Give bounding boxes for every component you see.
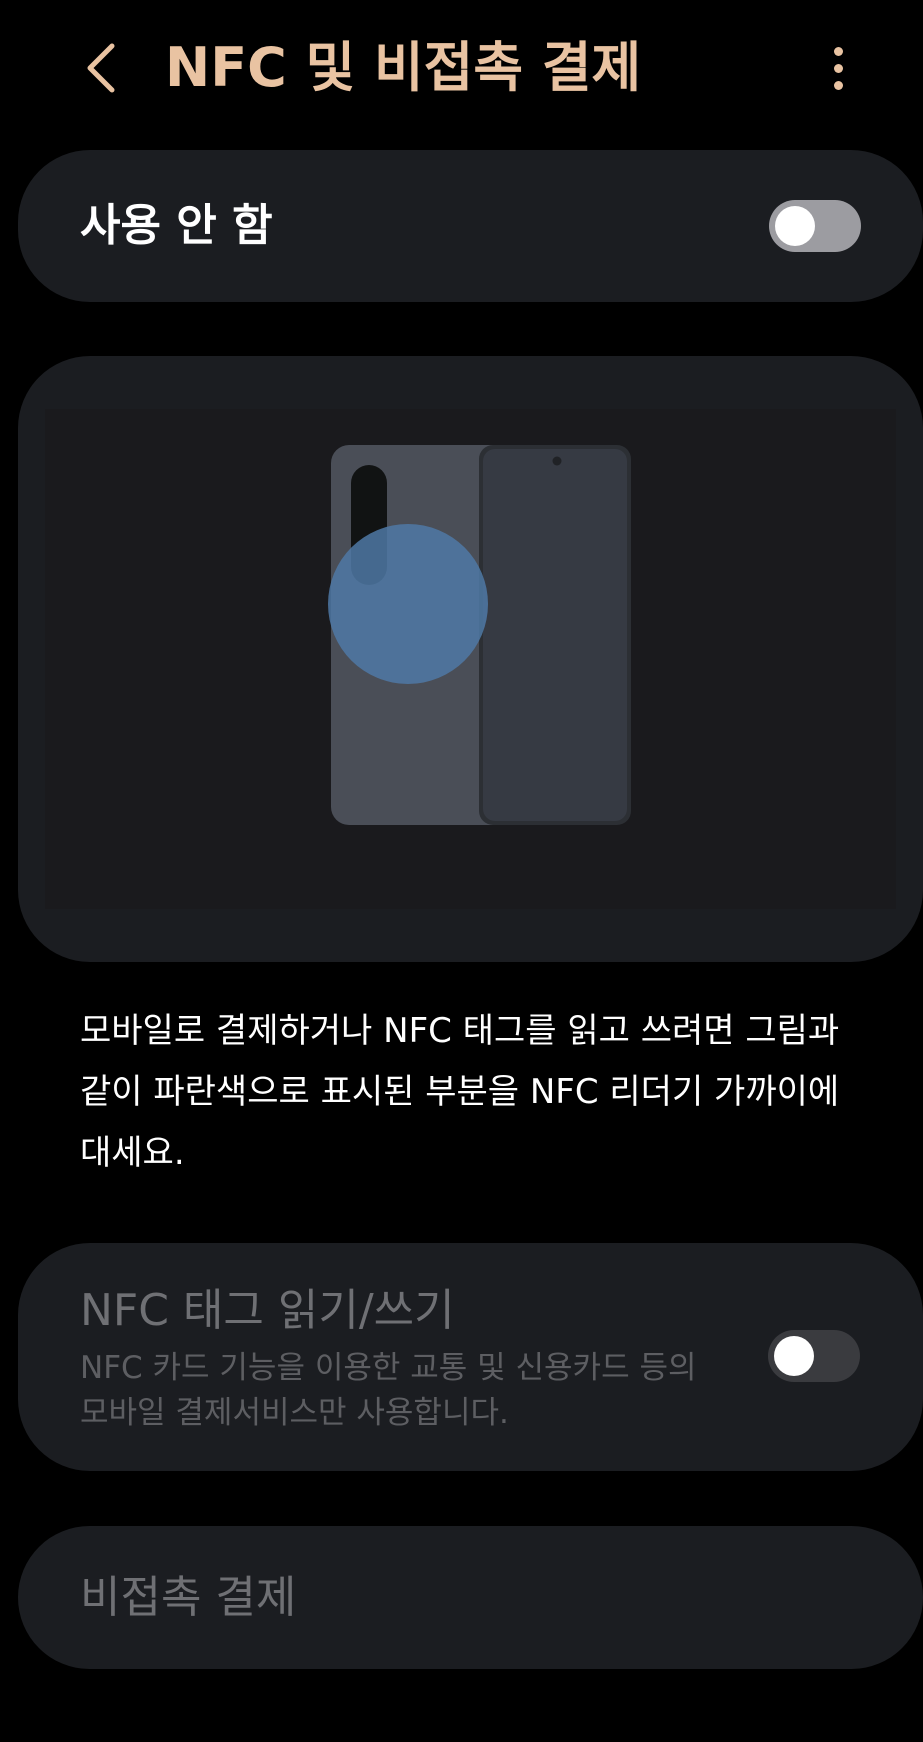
toggle-knob xyxy=(774,1336,814,1376)
contactless-payment-card[interactable]: 비접촉 결제 xyxy=(18,1526,923,1669)
illustration-card xyxy=(18,356,923,962)
nfc-description: 모바일로 결제하거나 NFC 태그를 읽고 쓰려면 그림과 같이 파란색으로 표… xyxy=(80,1011,840,1173)
back-button[interactable] xyxy=(70,30,134,106)
more-options-button[interactable] xyxy=(812,36,864,100)
master-switch-toggle[interactable] xyxy=(769,200,861,252)
contactless-payment-label: 비접촉 결제 xyxy=(80,1572,297,1623)
page-title: NFC 및 비접촉 결제 xyxy=(165,36,642,99)
more-vertical-icon xyxy=(833,46,843,56)
phone-nfc-area-illustration xyxy=(328,445,631,825)
nfc-tag-title: NFC 태그 읽기/쓰기 xyxy=(80,1285,455,1336)
nfc-tag-card[interactable]: NFC 태그 읽기/쓰기 NFC 카드 기능을 이용한 교통 및 신용카드 등의… xyxy=(18,1243,923,1471)
top-app-bar: NFC 및 비접촉 결제 xyxy=(0,0,923,135)
nfc-tag-toggle[interactable] xyxy=(768,1330,860,1382)
illustration-area xyxy=(45,409,896,909)
nfc-tag-subtitle: NFC 카드 기능을 이용한 교통 및 신용카드 등의 모바일 결제서비스만 사… xyxy=(80,1350,697,1431)
master-switch-card[interactable]: 사용 안 함 xyxy=(18,150,923,302)
chevron-left-icon xyxy=(87,43,115,93)
master-switch-label: 사용 안 함 xyxy=(80,200,273,251)
toggle-knob xyxy=(775,206,815,246)
